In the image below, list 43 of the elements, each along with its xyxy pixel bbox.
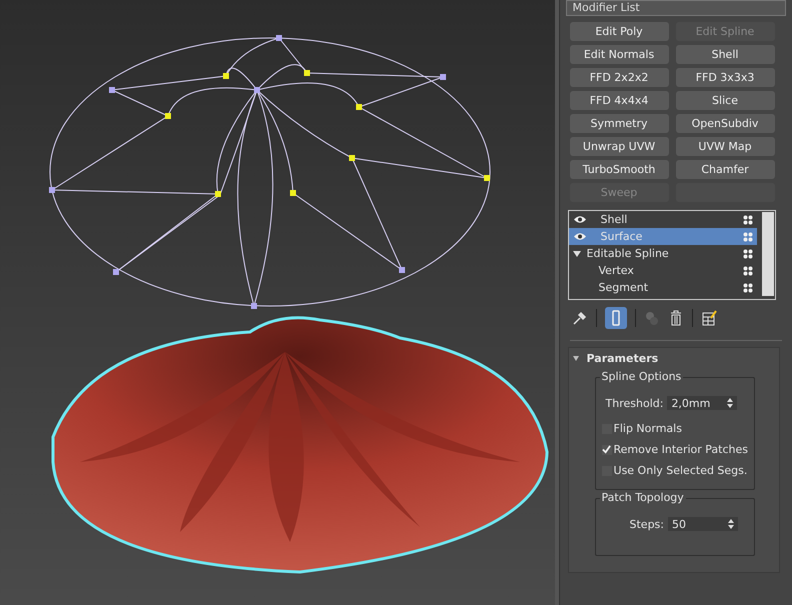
checkbox-label: Use Only Selected Segs.	[614, 464, 748, 477]
steps-spinner[interactable]: 50	[668, 517, 738, 531]
threshold-label: Threshold:	[606, 396, 664, 410]
dots-icon	[742, 248, 753, 258]
dots-icon	[742, 282, 753, 292]
dots-icon	[742, 214, 753, 224]
stack-item[interactable]: Shell	[600, 212, 743, 228]
eye-icon[interactable]	[572, 232, 587, 241]
modifier-button[interactable]: Edit Poly	[570, 22, 669, 41]
modifier-list-dropdown[interactable]: Modifier List	[566, 0, 786, 16]
viewport[interactable]	[0, 0, 559, 605]
modifier-button[interactable]: Slice	[676, 91, 775, 110]
collapse-triangle-icon[interactable]	[572, 356, 579, 361]
modifier-button[interactable]: FFD 3x3x3	[676, 68, 775, 87]
configure-icon[interactable]	[700, 310, 717, 326]
modifier-button[interactable]: FFD 4x4x4	[570, 91, 669, 110]
checkbox-label: Remove Interior Patches	[614, 443, 748, 456]
bar-icon	[612, 310, 620, 326]
expand-triangle-icon[interactable]	[572, 250, 581, 256]
dots-icon	[742, 266, 753, 276]
modifier-button[interactable]: Chamfer	[676, 160, 775, 179]
steps-label: Steps:	[630, 518, 664, 530]
rollout-title[interactable]: Parameters	[586, 352, 658, 365]
modifier-button[interactable]: Symmetry	[570, 114, 669, 133]
eye-icon[interactable]	[572, 215, 587, 224]
modifier-button[interactable]: Edit Normals	[570, 45, 669, 64]
modifier-button[interactable]: Unwrap UVW	[570, 137, 669, 156]
stack-item[interactable]: Segment	[572, 280, 743, 296]
modifier-button[interactable]: FFD 2x2x2	[570, 68, 669, 87]
scrollbar[interactable]	[762, 212, 774, 296]
modifier-button[interactable]: TurboSmooth	[570, 160, 669, 179]
group-title: Spline Options	[600, 370, 684, 383]
modifier-button[interactable]: UVW Map	[676, 137, 775, 156]
stack-item[interactable]: Vertex	[572, 262, 743, 278]
threshold-spinner[interactable]: 2,0mm	[667, 396, 738, 410]
modifier-button[interactable]: OpenSubdiv	[676, 114, 775, 133]
dots-icon	[742, 232, 753, 242]
show-end-result-button[interactable]	[604, 307, 627, 329]
modifier-button[interactable]: Shell	[676, 45, 775, 64]
checkbox[interactable]	[602, 444, 612, 454]
stack-item[interactable]: Editable Spline	[586, 246, 743, 262]
checkbox-label: Flip Normals	[614, 422, 682, 435]
group-title: Patch Topology	[600, 491, 686, 504]
